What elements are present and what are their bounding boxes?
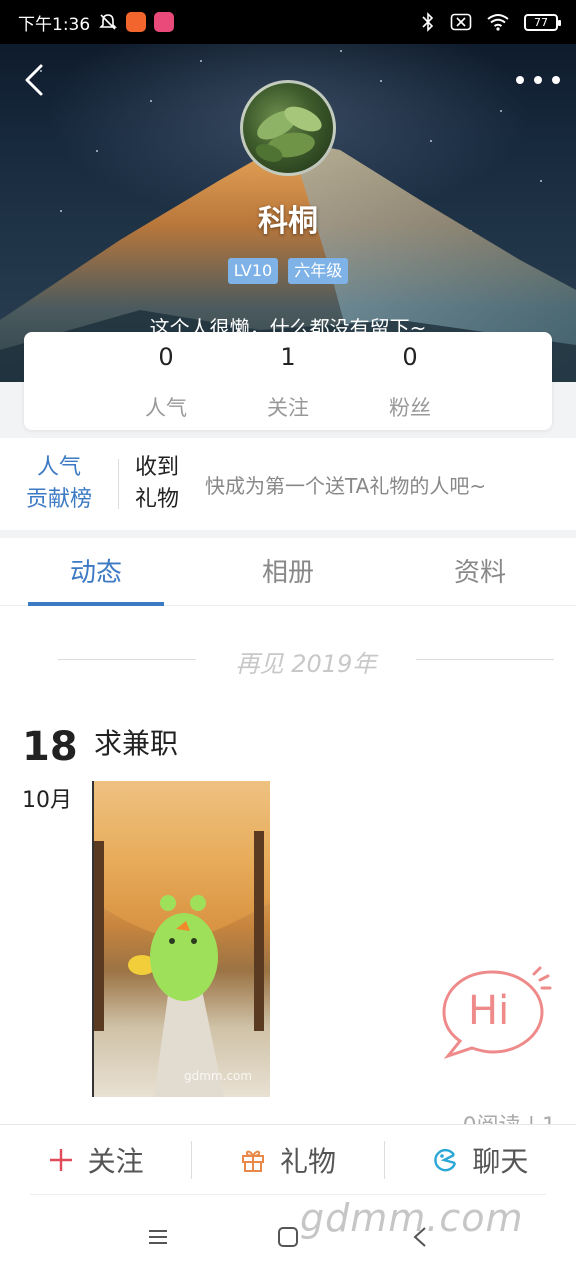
rank-label-line1: 人气 (36, 455, 81, 480)
grade-badge: 六年级 (288, 258, 349, 284)
stat-popularity[interactable]: 0 人气 (106, 340, 226, 422)
image-watermark: gdmm.com (184, 1069, 253, 1083)
gift-hint-text: 快成为第一个送TA礼物的人吧~ (205, 473, 487, 498)
avatar[interactable] (240, 80, 336, 176)
stat-label: 人气 (145, 396, 187, 420)
wifi-icon (487, 14, 509, 31)
badge-row: LV10 六年级 (0, 258, 576, 284)
rank-label-line2: 贡献榜 (25, 487, 92, 512)
autumn-character-image (94, 781, 270, 1097)
more-dot-icon (534, 76, 542, 84)
stat-label: 关注 (267, 396, 309, 420)
profile-tabs: 动态 相册 资料 (0, 538, 576, 606)
section-divider (0, 530, 576, 538)
no-sim-icon (450, 13, 472, 31)
back-button[interactable] (14, 60, 54, 100)
more-options-button[interactable] (516, 64, 560, 96)
gift-section: 人气 贡献榜 收到 礼物 快成为第一个送TA礼物的人吧~ (0, 438, 576, 530)
stat-followers[interactable]: 0 粉丝 (350, 340, 470, 422)
menu-lines-icon (149, 1230, 167, 1244)
post-date-day: 18 (22, 724, 78, 770)
received-label-line1: 收到 (135, 455, 180, 480)
bottom-action-bar: 关注 礼物 聊天 (0, 1124, 576, 1194)
popularity-ranking-button[interactable]: 人气 贡献榜 (0, 452, 118, 516)
chevron-left-icon (25, 64, 43, 96)
post-image[interactable]: gdmm.com (92, 781, 270, 1097)
year-separator-text: 再见 2019年 (235, 650, 377, 678)
square-home-icon (278, 1227, 298, 1247)
chat-label: 聊天 (472, 1144, 529, 1178)
site-watermark: gdmm.com (300, 1196, 524, 1240)
mute-bell-icon (99, 14, 118, 30)
recent-apps-button[interactable] (138, 1222, 178, 1252)
active-tab-indicator (28, 602, 164, 606)
tab-album[interactable]: 相册 (208, 552, 368, 589)
chat-button[interactable]: 聊天 (385, 1140, 576, 1180)
say-hi-button[interactable]: Hi (440, 966, 554, 1060)
stat-value: 0 (402, 343, 418, 371)
received-gifts-label: 收到 礼物 (119, 452, 189, 516)
gift-button[interactable]: 礼物 (192, 1140, 383, 1180)
stat-following[interactable]: 1 关注 (228, 340, 348, 422)
gift-label: 礼物 (279, 1144, 336, 1178)
profile-bio: 这个人很懒，什么都没有留下~ (149, 316, 427, 334)
profile-name: 科桐 (258, 204, 318, 239)
follow-button[interactable]: 关注 (0, 1140, 191, 1180)
level-badge: LV10 (227, 258, 279, 284)
bluetooth-icon (422, 12, 434, 32)
stat-label: 粉丝 (389, 396, 431, 420)
more-dot-icon (516, 76, 524, 84)
divider (30, 1194, 546, 1195)
plus-icon (49, 1148, 72, 1171)
stats-card: 0 人气 1 关注 0 粉丝 (24, 332, 552, 430)
stat-value: 0 (158, 343, 174, 371)
stat-value: 1 (280, 343, 296, 371)
tab-info[interactable]: 资料 (400, 552, 560, 589)
status-bar: 下午1:36 77 (0, 0, 576, 44)
follow-label: 关注 (87, 1144, 144, 1178)
received-label-line2: 礼物 (135, 487, 180, 512)
gift-icon (241, 1150, 264, 1172)
taobao-app-icon (126, 12, 147, 32)
chat-icon (434, 1148, 457, 1171)
more-dot-icon (552, 76, 560, 84)
year-separator: 再见 2019年 (58, 638, 554, 682)
status-time: 下午1:36 (18, 14, 91, 35)
tab-moments[interactable]: 动态 (16, 552, 176, 589)
post-title[interactable]: 求兼职 (94, 722, 178, 762)
app-notification-icon (154, 12, 175, 32)
hi-label: Hi (468, 988, 510, 1034)
battery-indicator: 77 (524, 13, 561, 31)
post-date-month: 10月 (22, 788, 72, 813)
battery-level: 77 (534, 15, 548, 29)
